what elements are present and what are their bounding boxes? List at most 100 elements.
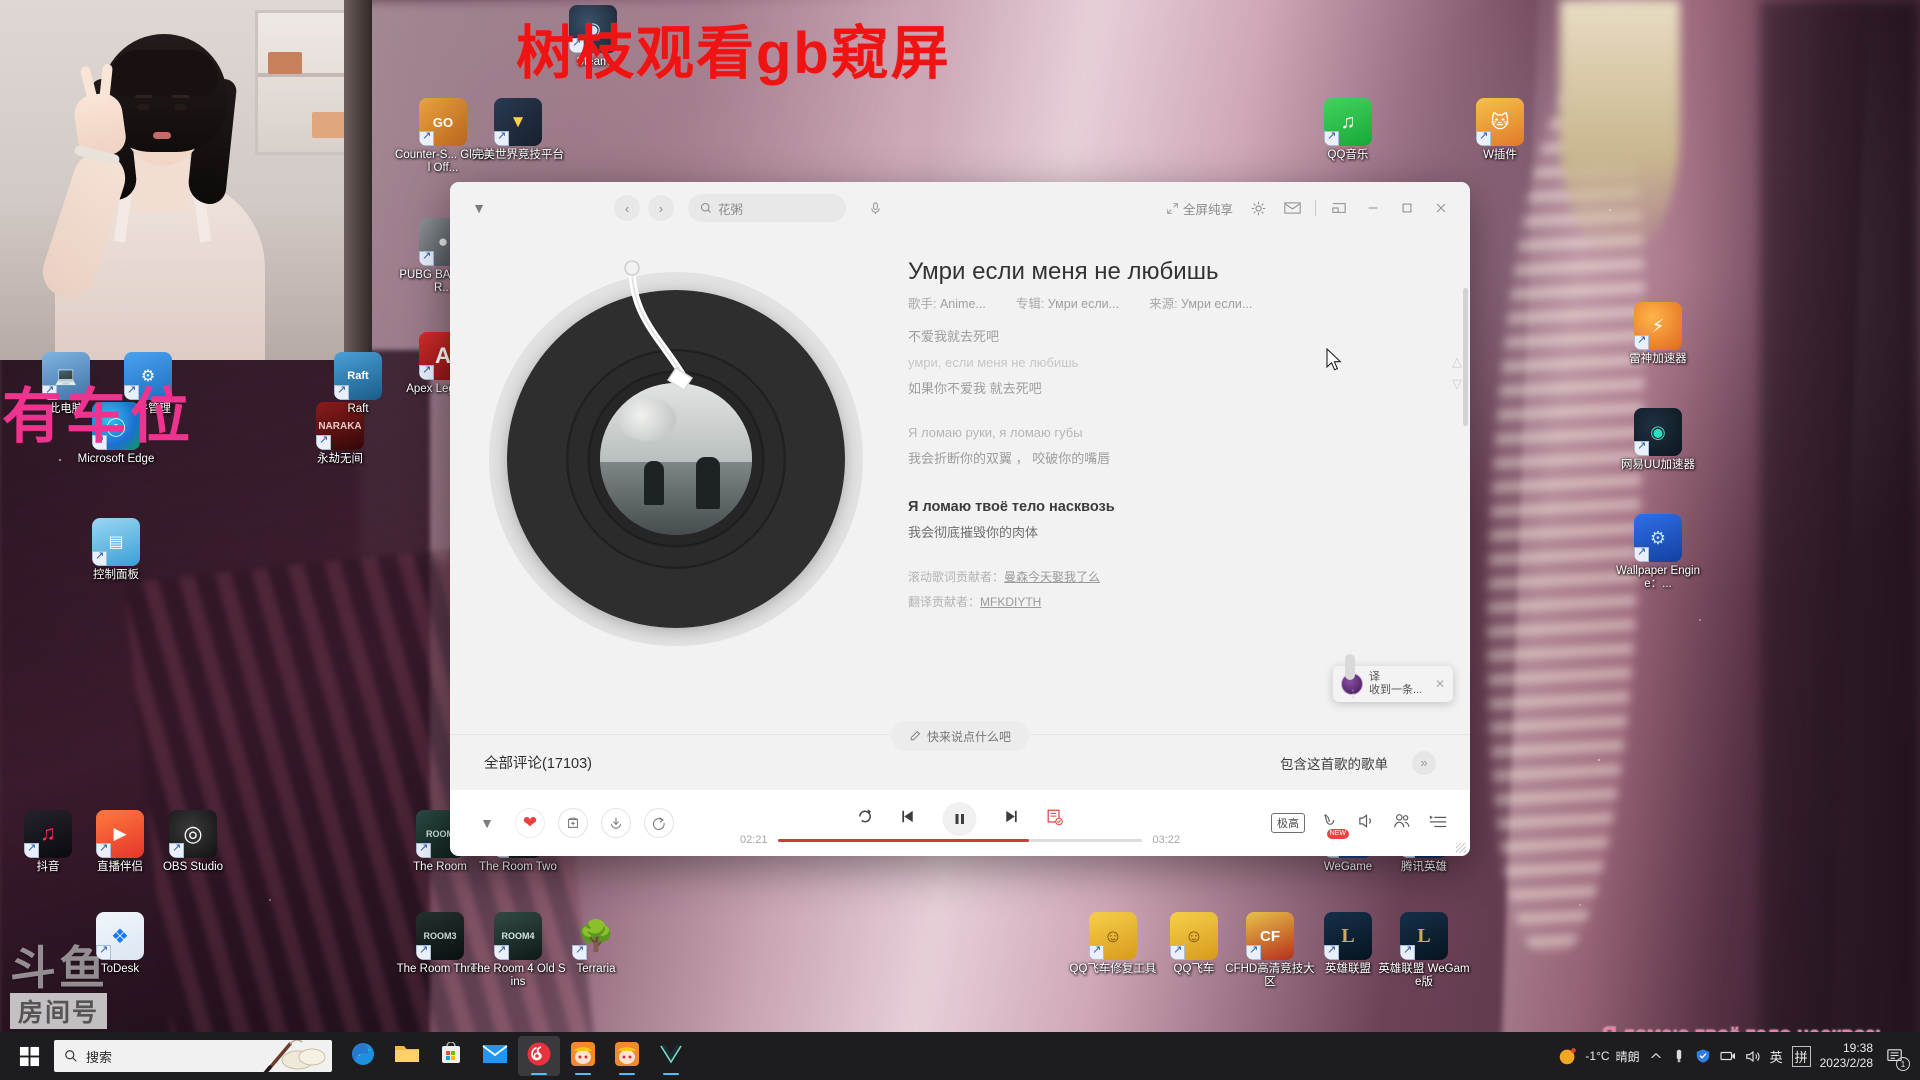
ime-mode-button[interactable]: 拼	[1791, 1045, 1811, 1067]
lyric-button[interactable]	[1046, 808, 1064, 831]
previous-track-button[interactable]	[900, 808, 917, 830]
volume-icon[interactable]	[1745, 1049, 1761, 1064]
add-to-playlist-button[interactable]	[558, 808, 588, 838]
sound-effect-button[interactable]: NEW	[1321, 812, 1349, 839]
download-button[interactable]	[601, 808, 631, 838]
like-button[interactable]: ❤	[515, 808, 545, 838]
album-name[interactable]: Умри если...	[1048, 297, 1119, 311]
desktop-icon-terraria[interactable]: 🌳 Terraria	[548, 912, 644, 976]
desktop-icon-league-of-legends-wegame[interactable]: L 英雄联盟 WeGame版	[1376, 912, 1472, 989]
scroll-down-icon[interactable]: ▽	[1452, 376, 1462, 392]
fullscreen-button[interactable]: 全屏纯享	[1160, 199, 1239, 218]
taskbar-app-mail[interactable]	[474, 1036, 516, 1076]
chevron-up-icon[interactable]	[1649, 1049, 1663, 1063]
window-scrollbar[interactable]	[1463, 288, 1468, 426]
mail-icon[interactable]	[1277, 193, 1307, 223]
write-comment-button[interactable]: 快来说点什么吧	[890, 721, 1030, 751]
lyrics-list[interactable]: 不爱我就去死吧 умри, если меня не любишь 如果你不爱我 就…	[908, 324, 1436, 546]
chevron-double-right-icon[interactable]: »	[1412, 750, 1436, 775]
quality-button[interactable]: 极高	[1271, 813, 1305, 833]
toast-line-2: 收到一条...	[1369, 684, 1423, 696]
toast-line-1: 译	[1369, 671, 1380, 683]
toast-close-icon[interactable]: ✕	[1435, 677, 1445, 691]
mini-player-icon[interactable]	[1324, 193, 1354, 223]
desktop-icon-thunder-boost[interactable]: ⚡ 雷神加速器	[1610, 302, 1706, 366]
microphone-icon[interactable]	[860, 193, 890, 223]
source-name[interactable]: Умри если...	[1181, 297, 1252, 311]
contributor-name[interactable]: MFKDIYTH	[980, 595, 1041, 609]
current-time: 02:21	[740, 834, 768, 846]
artist-name[interactable]: Anime...	[940, 297, 986, 311]
lyrics-scroll-arrows[interactable]: △ ▽	[1452, 354, 1462, 392]
progress-section: 02:21 03:22	[740, 834, 1180, 846]
netease-music-window[interactable]: ▼ ‹ › 花粥 全屏纯享 Умри если меня не любишь 歌…	[450, 182, 1470, 856]
progress-bar[interactable]	[777, 838, 1143, 842]
start-button[interactable]	[6, 1036, 52, 1076]
search-input[interactable]: 花粥	[688, 194, 846, 222]
desktop-icon-label: Wallpaper Engine：...	[1616, 565, 1700, 590]
minimize-icon[interactable]	[1358, 193, 1388, 223]
artist-meta: 歌手: Anime...	[908, 293, 986, 312]
weather-description: 晴朗	[1615, 1049, 1640, 1064]
qq-music-icon: ♫	[1324, 98, 1372, 146]
collapse-icon[interactable]: ▼	[464, 193, 494, 223]
taskbar-search-input[interactable]: 搜索	[54, 1040, 332, 1072]
taskbar-app-netease-music[interactable]	[518, 1036, 560, 1076]
perfect-world-icon: ▼	[494, 98, 542, 146]
obs-studio-icon: ◎	[169, 810, 217, 858]
desktop-icon-perfect-world[interactable]: ▼ 完美世界竞技平台	[470, 98, 566, 162]
live-companion-icon: ▶	[96, 810, 144, 858]
play-pause-button[interactable]	[942, 802, 977, 836]
close-icon[interactable]	[1426, 193, 1456, 223]
stream-overlay-text: 有车位	[2, 383, 194, 450]
left-controls: ▼ ❤	[472, 808, 674, 838]
repeat-button[interactable]	[857, 808, 874, 830]
playlists-label[interactable]: 包含这首歌的歌单	[1280, 753, 1388, 773]
chevron-right-icon[interactable]: ›	[648, 195, 674, 221]
network-icon[interactable]	[1720, 1049, 1736, 1063]
toast-handle[interactable]	[1345, 654, 1355, 680]
playlist-button[interactable]	[1428, 813, 1448, 834]
contributor-label: 翻译贡献者：	[908, 595, 981, 609]
desktop-icon-netease-uu-boost[interactable]: ◉ 网易UU加速器	[1610, 408, 1706, 472]
contributor-label: 滚动歌词贡献者：	[908, 570, 1005, 584]
share-button[interactable]	[644, 808, 674, 838]
maximize-icon[interactable]	[1392, 193, 1422, 223]
next-track-button[interactable]	[1003, 808, 1020, 830]
song-title: Умри если меня не любишь	[908, 258, 1219, 285]
desktop-icon-raft[interactable]: Raft Raft	[310, 352, 406, 416]
taskbar-app-microsoft-store[interactable]	[430, 1036, 472, 1076]
contributor-name[interactable]: 曼森今天娶我了么	[1004, 570, 1100, 584]
notification-center-button[interactable]: 1	[1882, 1043, 1910, 1071]
ime-language-button[interactable]: 英	[1770, 1047, 1783, 1066]
all-comments-label[interactable]: 全部评论(17103)	[484, 752, 592, 773]
desktop-icon-label: W插件	[1483, 149, 1517, 161]
counter-strike-icon: GO	[419, 98, 467, 146]
security-icon[interactable]	[1695, 1048, 1711, 1064]
usb-icon[interactable]	[1672, 1048, 1686, 1064]
taskbar-app-qq-speed-b[interactable]	[606, 1036, 648, 1076]
titlebar-divider	[1315, 200, 1316, 216]
weather-widget[interactable]: -1°C 晴朗	[1557, 1045, 1640, 1067]
shortcut-arrow-icon	[1400, 943, 1415, 960]
desktop-icon-qq-music[interactable]: ♫ QQ音乐	[1300, 98, 1396, 162]
collapse-player-icon[interactable]: ▼	[472, 808, 502, 838]
clock-widget[interactable]: 19:38 2023/2/28	[1820, 1041, 1873, 1071]
scroll-up-icon[interactable]: △	[1452, 354, 1462, 370]
desktop-icon-wallpaper-engine[interactable]: ⚙ Wallpaper Engine：...	[1610, 514, 1706, 591]
shortcut-arrow-icon	[1089, 943, 1104, 960]
volume-button[interactable]	[1357, 812, 1376, 835]
taskbar-app-file-explorer[interactable]	[386, 1036, 428, 1076]
chevron-left-icon[interactable]: ‹	[614, 195, 640, 221]
taskbar-app-valorant[interactable]	[650, 1036, 692, 1076]
taskbar-app-qq-speed-a[interactable]	[562, 1036, 604, 1076]
desktop-icon-w-tool[interactable]: 🐱 W插件	[1452, 98, 1548, 162]
window-resize-grip[interactable]	[1456, 843, 1466, 853]
gear-icon[interactable]	[1243, 193, 1273, 223]
system-tray: -1°C 晴朗 英 拼 19:38 2023/2/28 1	[1557, 1041, 1914, 1071]
listen-together-button[interactable]	[1392, 812, 1412, 835]
taskbar-app-edge[interactable]	[342, 1036, 384, 1076]
desktop-icon-control-panel[interactable]: ▤ 控制面板	[68, 518, 164, 582]
lyric-line: Я ломаю твоё тело насквозь	[908, 499, 1115, 515]
desktop-icon-obs-studio[interactable]: ◎ OBS Studio	[145, 810, 241, 874]
